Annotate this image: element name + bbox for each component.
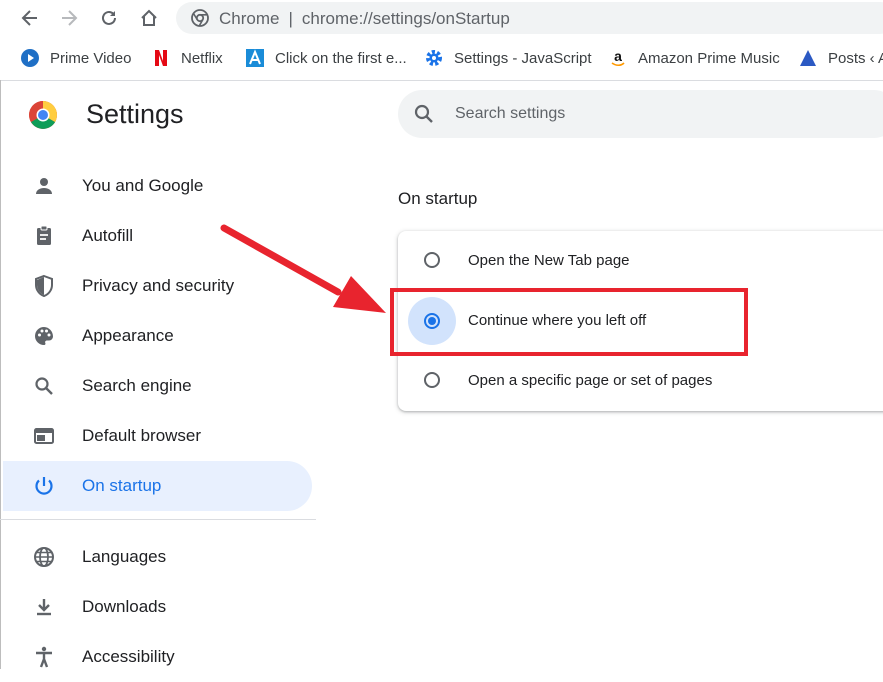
- bookmark-label: Amazon Prime Music: [638, 49, 780, 67]
- option-label: Open the New Tab page: [468, 252, 630, 269]
- bookmark-label: Click on the first e...: [275, 49, 407, 67]
- sidebar-item-languages[interactable]: Languages: [3, 532, 312, 582]
- browser-window-icon: [34, 428, 54, 444]
- sidebar-item-label: You and Google: [82, 176, 204, 195]
- globe-icon: [34, 547, 54, 567]
- search-icon: [412, 102, 436, 126]
- sidebar-item-accessibility[interactable]: Accessibility: [3, 632, 312, 682]
- window-edge: [0, 80, 1, 669]
- home-button[interactable]: [135, 4, 163, 32]
- gear-icon: [424, 48, 444, 68]
- bookmark-label: Netflix: [181, 49, 223, 67]
- section-title-on-startup: On startup: [398, 189, 478, 208]
- sidebar-item-search-engine[interactable]: Search engine: [3, 361, 312, 411]
- radio-button[interactable]: [424, 372, 440, 388]
- accessibility-icon: [36, 646, 52, 668]
- address-text: Chrome | chrome://settings/onStartup: [219, 9, 510, 29]
- forward-button[interactable]: [55, 4, 83, 32]
- sidebar-item-label: Accessibility: [82, 647, 175, 666]
- netflix-icon: [151, 48, 171, 68]
- triangle-icon: [798, 48, 818, 68]
- startup-option-specific-pages[interactable]: Open a specific page or set of pages: [398, 351, 883, 411]
- sidebar-item-privacy-and-security[interactable]: Privacy and security: [3, 261, 312, 311]
- option-label: Open a specific page or set of pages: [468, 372, 713, 389]
- home-icon: [141, 9, 157, 26]
- letter-a-icon: [245, 48, 265, 68]
- bookmark-posts[interactable]: Posts ‹ A: [798, 47, 883, 69]
- sidebar-item-label: On startup: [82, 476, 162, 495]
- radio-button[interactable]: [424, 252, 440, 268]
- back-arrow-icon: [21, 10, 37, 26]
- bookmark-netflix[interactable]: Netflix: [151, 47, 223, 69]
- bookmarks-bar: Prime Video Netflix Click on the first e…: [0, 36, 883, 81]
- bookmark-click-first[interactable]: Click on the first e...: [245, 47, 407, 69]
- sidebar-item-label: Appearance: [82, 326, 174, 345]
- site-label: Chrome: [219, 9, 280, 28]
- bookmark-settings-javascript[interactable]: Settings - JavaScript: [424, 47, 592, 69]
- clipboard-icon: [37, 225, 51, 245]
- search-placeholder: Search settings: [455, 105, 566, 122]
- prime-video-icon: [20, 48, 40, 68]
- address-url: chrome://settings/onStartup: [301, 9, 510, 28]
- reload-button[interactable]: [95, 4, 123, 32]
- sidebar-item-label: Privacy and security: [82, 276, 235, 295]
- sidebar-item-autofill[interactable]: Autofill: [3, 211, 312, 261]
- person-icon: [36, 178, 52, 194]
- address-separator: |: [288, 9, 293, 28]
- startup-option-new-tab[interactable]: Open the New Tab page: [398, 231, 883, 291]
- bookmark-label: Settings - JavaScript: [454, 49, 592, 67]
- bookmark-label: Posts ‹ A: [828, 49, 883, 67]
- reload-icon: [102, 10, 116, 25]
- chrome-icon: [191, 9, 209, 27]
- palette-icon: [35, 327, 53, 345]
- chrome-logo-icon: [29, 101, 57, 129]
- sidebar-item-label: Autofill: [82, 226, 134, 245]
- sidebar-item-label: Languages: [82, 547, 167, 566]
- shield-icon: [35, 274, 53, 298]
- svg-text:a: a: [614, 48, 622, 64]
- sidebar-item-label: Search engine: [82, 376, 192, 395]
- amazon-icon: a: [608, 48, 628, 68]
- sidebar-item-label: Default browser: [82, 426, 202, 445]
- sidebar-item-label: Downloads: [82, 597, 167, 616]
- sidebar-item-on-startup[interactable]: On startup: [3, 461, 312, 511]
- browser-toolbar: Chrome | chrome://settings/onStartup: [0, 0, 883, 36]
- bookmark-amazon-prime-music[interactable]: a Amazon Prime Music: [608, 47, 780, 69]
- bookmark-prime-video[interactable]: Prime Video: [20, 47, 131, 69]
- forward-arrow-icon: [62, 10, 78, 26]
- annotation-highlight-box: [390, 288, 748, 356]
- sidebar-item-you-and-google[interactable]: You and Google: [3, 161, 312, 211]
- download-icon: [37, 599, 51, 616]
- page-title: Settings: [86, 99, 184, 129]
- back-button[interactable]: [16, 4, 44, 32]
- sidebar-item-downloads[interactable]: Downloads: [3, 582, 312, 632]
- power-icon: [35, 477, 53, 495]
- bookmark-label: Prime Video: [50, 49, 132, 67]
- search-settings-field[interactable]: Search settings: [398, 90, 883, 138]
- search-icon: [35, 377, 53, 395]
- address-bar[interactable]: Chrome | chrome://settings/onStartup: [176, 2, 883, 34]
- sidebar-item-appearance[interactable]: Appearance: [3, 311, 312, 361]
- sidebar-divider: [0, 519, 316, 520]
- sidebar-item-default-browser[interactable]: Default browser: [3, 411, 312, 461]
